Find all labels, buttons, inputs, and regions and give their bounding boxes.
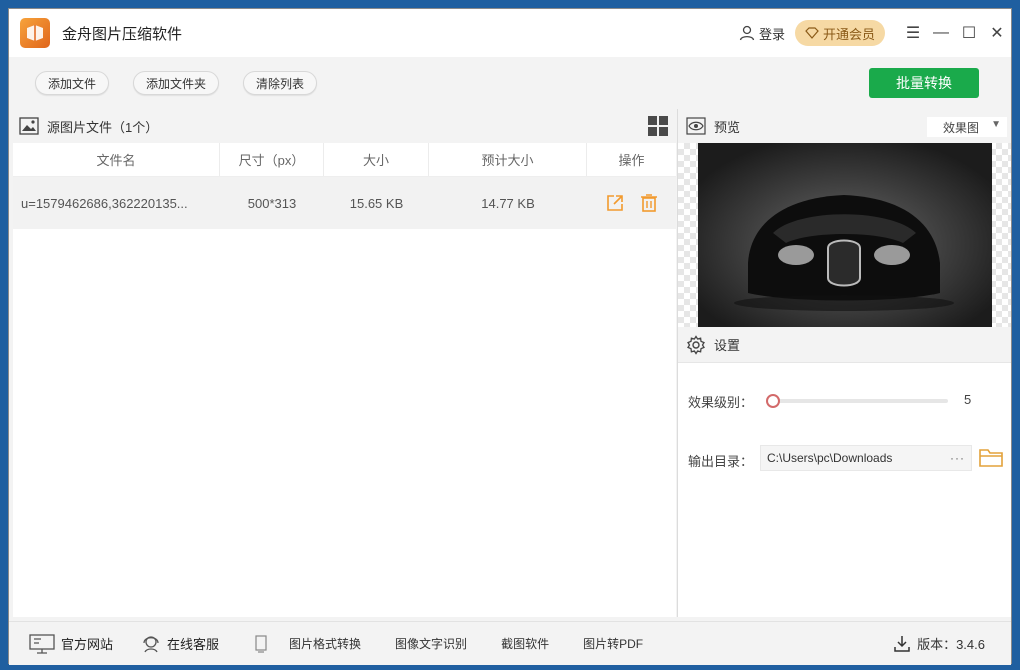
- batch-convert-button[interactable]: 批量转换: [869, 68, 979, 98]
- column-header-actions: 操作: [618, 153, 645, 168]
- monitor-icon: [29, 633, 55, 654]
- preview-mode-select[interactable]: 效果图 ▼: [927, 117, 1007, 137]
- link-screenshot[interactable]: 截图软件: [501, 635, 549, 652]
- minimize-icon[interactable]: —: [927, 18, 955, 48]
- grid-view-icon[interactable]: [648, 116, 668, 136]
- effect-level-value: 5: [964, 392, 972, 407]
- add-file-button[interactable]: 添加文件: [35, 71, 110, 95]
- bottom-bar: 官方网站 在线客服 图片格式转换 图像文字识别 截图软件 图片转PDF 版本：3…: [9, 621, 1011, 665]
- cell-size: 15.65 KB: [349, 195, 404, 211]
- online-service-label: 在线客服: [167, 637, 220, 652]
- close-icon[interactable]: ✕: [983, 18, 1011, 48]
- folder-icon[interactable]: [978, 445, 1004, 469]
- browse-dots-button[interactable]: ···: [950, 451, 965, 465]
- title-bar: 金舟图片压缩软件 登录 开通会员 ☰ — ☐ ✕: [9, 9, 1011, 57]
- column-header-dimensions: 尺寸（px）: [220, 143, 324, 176]
- effect-level-label: 效果级别：: [688, 395, 754, 410]
- link-format-convert[interactable]: 图片格式转换: [289, 635, 361, 652]
- app-logo-icon: [20, 18, 50, 48]
- version-info[interactable]: 版本：3.4.6: [893, 634, 985, 653]
- toolbar: 添加文件 添加文件夹 清除列表 批量转换: [9, 57, 1011, 109]
- delete-icon[interactable]: [639, 193, 659, 213]
- headset-icon: [143, 635, 159, 652]
- cell-dimensions: 500*313: [247, 195, 297, 211]
- table-row[interactable]: u=1579462686,362220135... 500*313 15.65 …: [13, 177, 676, 229]
- settings-label: 设置: [714, 338, 741, 353]
- slider-handle[interactable]: [766, 394, 780, 408]
- vip-label: 开通会员: [822, 26, 875, 42]
- column-header-filename: 文件名: [13, 143, 220, 176]
- open-external-icon[interactable]: [605, 193, 625, 213]
- source-header: 源图片文件（1个）: [13, 109, 676, 143]
- login-button[interactable]: 登录: [739, 24, 785, 43]
- cell-estimated-size: 14.77 KB: [481, 195, 535, 211]
- settings-header: 设置: [678, 327, 1011, 363]
- output-dir-field[interactable]: C:\Users\pc\Downloads ···: [760, 445, 972, 471]
- gear-icon: [687, 334, 705, 355]
- clear-list-button[interactable]: 清除列表: [243, 71, 318, 95]
- menu-icon[interactable]: ☰: [899, 18, 927, 48]
- chevron-down-icon: ▼: [991, 119, 1001, 130]
- column-header-size: 大小: [324, 143, 429, 176]
- cell-filename: u=1579462686,362220135...: [21, 195, 188, 211]
- official-site-label: 官方网站: [61, 637, 114, 652]
- add-folder-button[interactable]: 添加文件夹: [133, 71, 220, 95]
- source-header-label: 源图片文件（1个）: [47, 119, 159, 135]
- diamond-icon: [805, 27, 819, 39]
- preview-mode-value: 效果图: [943, 120, 980, 135]
- app-title: 金舟图片压缩软件: [62, 25, 183, 43]
- cell-actions: [587, 177, 676, 229]
- login-label: 登录: [758, 26, 785, 42]
- link-ocr[interactable]: 图像文字识别: [395, 635, 467, 652]
- output-dir-value: C:\Users\pc\Downloads: [767, 451, 893, 465]
- link-image-to-pdf[interactable]: 图片转PDF: [583, 635, 643, 652]
- version-label: 版本：3.4.6: [917, 637, 985, 652]
- effect-level-slider[interactable]: [766, 394, 948, 408]
- image-icon: [19, 117, 39, 135]
- preview-image: [678, 143, 1011, 327]
- table-header: 文件名 尺寸（px） 大小 预计大小 操作: [13, 143, 676, 177]
- app-window: 金舟图片压缩软件 登录 开通会员 ☰ — ☐ ✕ 添加文件 添加文件夹 清除列表…: [8, 8, 1012, 665]
- preview-label: 预览: [714, 119, 741, 135]
- settings-body: 效果级别： 5 输出目录： C:\Users\pc\Downloads ···: [678, 363, 1011, 617]
- output-dir-label: 输出目录：: [688, 454, 754, 469]
- vip-button[interactable]: 开通会员: [794, 20, 885, 46]
- preview-settings-panel: 预览 效果图 ▼ 设置 效果级别： 5 输出目录： C:\Users\pc\Do…: [677, 109, 1011, 617]
- download-icon: [894, 635, 910, 652]
- preview-header: 预览 效果图 ▼: [678, 109, 1011, 143]
- tool-icon: [255, 634, 267, 653]
- eye-icon: [686, 117, 706, 135]
- file-list-panel: 源图片文件（1个） 文件名 尺寸（px） 大小 预计大小 操作 u=157946…: [13, 109, 676, 617]
- official-site-button[interactable]: 官方网站: [29, 633, 114, 654]
- maximize-icon[interactable]: ☐: [955, 18, 983, 48]
- column-header-estimated-size: 预计大小: [429, 143, 587, 176]
- user-icon: [739, 25, 755, 41]
- online-service-button[interactable]: 在线客服: [141, 634, 219, 654]
